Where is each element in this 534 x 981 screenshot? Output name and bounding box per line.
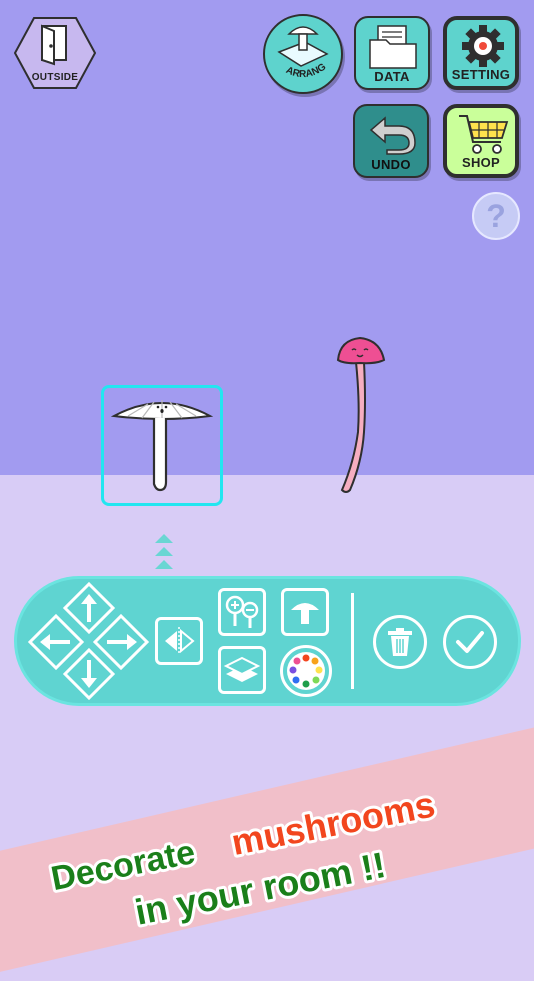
gear-icon — [462, 25, 504, 67]
panel-divider — [351, 593, 354, 689]
undo-arrow-icon — [369, 116, 416, 155]
shop-button[interactable]: SHOP — [443, 104, 519, 178]
move-up-indicator-icon — [155, 534, 173, 569]
arrow-right-icon[interactable] — [93, 614, 149, 670]
undo-label: UNDO — [371, 157, 411, 172]
confirm-button[interactable] — [443, 615, 497, 669]
mushroom-icon — [291, 603, 319, 624]
check-icon — [456, 631, 484, 653]
white-mushroom[interactable] — [108, 392, 218, 496]
mushroom-type-button[interactable] — [281, 588, 329, 636]
undo-button[interactable]: UNDO — [353, 104, 429, 178]
layers-icon — [223, 656, 261, 682]
outside-label: OUTSIDE — [31, 72, 79, 83]
flip-button[interactable] — [155, 617, 203, 665]
zoom-in-out-icon — [225, 595, 259, 628]
data-label: DATA — [374, 69, 410, 84]
arrow-left-icon[interactable] — [28, 614, 84, 670]
help-icon: ? — [486, 197, 506, 234]
folder-icon — [369, 25, 417, 69]
flip-icon — [165, 627, 195, 655]
data-button[interactable]: DATA — [354, 16, 430, 90]
resize-button[interactable] — [218, 588, 266, 636]
mushroom-arrange-icon: ARRANGE — [262, 8, 329, 80]
help-button[interactable]: ? — [472, 192, 520, 240]
pink-mushroom[interactable] — [330, 332, 390, 494]
cart-icon — [459, 115, 509, 154]
trash-icon — [388, 628, 412, 656]
palette-icon — [287, 652, 325, 690]
outside-button[interactable]: OUTSIDE — [13, 16, 97, 90]
shop-label: SHOP — [461, 155, 501, 170]
color-button[interactable] — [280, 645, 332, 697]
delete-button[interactable] — [373, 615, 427, 669]
arrange-button[interactable]: ARRANGE — [262, 8, 343, 94]
layer-order-button[interactable] — [218, 646, 266, 694]
setting-button[interactable]: SETTING — [443, 16, 519, 90]
